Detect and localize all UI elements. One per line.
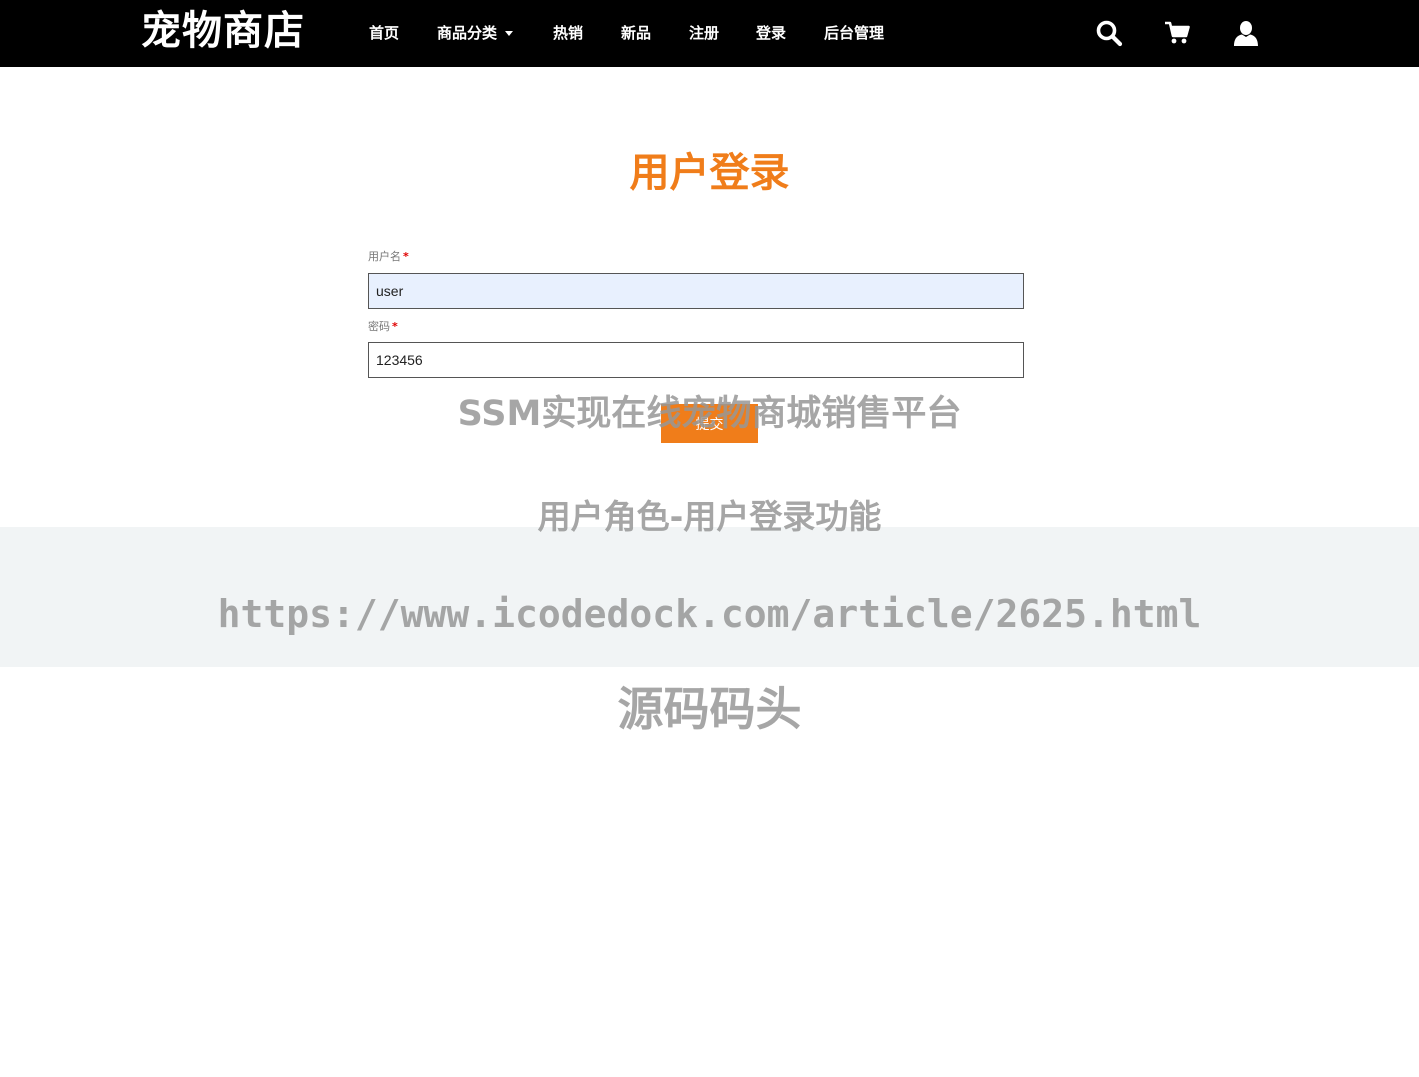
nav-home[interactable]: 首页: [369, 22, 399, 44]
username-label-text: 用户名: [368, 250, 401, 263]
required-mark: *: [403, 250, 409, 263]
password-label-text: 密码: [368, 320, 390, 333]
cart-icon[interactable]: [1162, 18, 1192, 48]
page: 宠物商店 首页 商品分类 热销 新品 注册 登录 后台管理 用户登录 用户名 *…: [0, 0, 1419, 1077]
top-navbar: 宠物商店 首页 商品分类 热销 新品 注册 登录 后台管理: [0, 0, 1419, 67]
watermark-site-name: 源码码头: [617, 682, 802, 736]
nav-category-label: 商品分类: [437, 24, 498, 42]
nav-category-dropdown[interactable]: 商品分类: [437, 22, 514, 44]
password-label: 密码 *: [368, 320, 398, 334]
user-icon[interactable]: [1231, 18, 1261, 48]
page-title: 用户登录: [629, 150, 790, 196]
search-icon[interactable]: [1094, 18, 1124, 48]
password-input[interactable]: [368, 342, 1024, 378]
nav-new[interactable]: 新品: [621, 22, 651, 44]
chevron-down-icon: [505, 31, 514, 36]
required-mark: *: [392, 320, 398, 333]
nav-hot[interactable]: 热销: [553, 22, 583, 44]
submit-button[interactable]: 提交: [661, 404, 758, 443]
nav-admin[interactable]: 后台管理: [824, 22, 884, 44]
nav-login[interactable]: 登录: [756, 22, 786, 44]
footer-band: [0, 527, 1419, 667]
username-input[interactable]: [368, 273, 1024, 309]
username-label: 用户名 *: [368, 250, 409, 264]
nav-register[interactable]: 注册: [689, 22, 719, 44]
brand-logo[interactable]: 宠物商店: [141, 6, 305, 56]
